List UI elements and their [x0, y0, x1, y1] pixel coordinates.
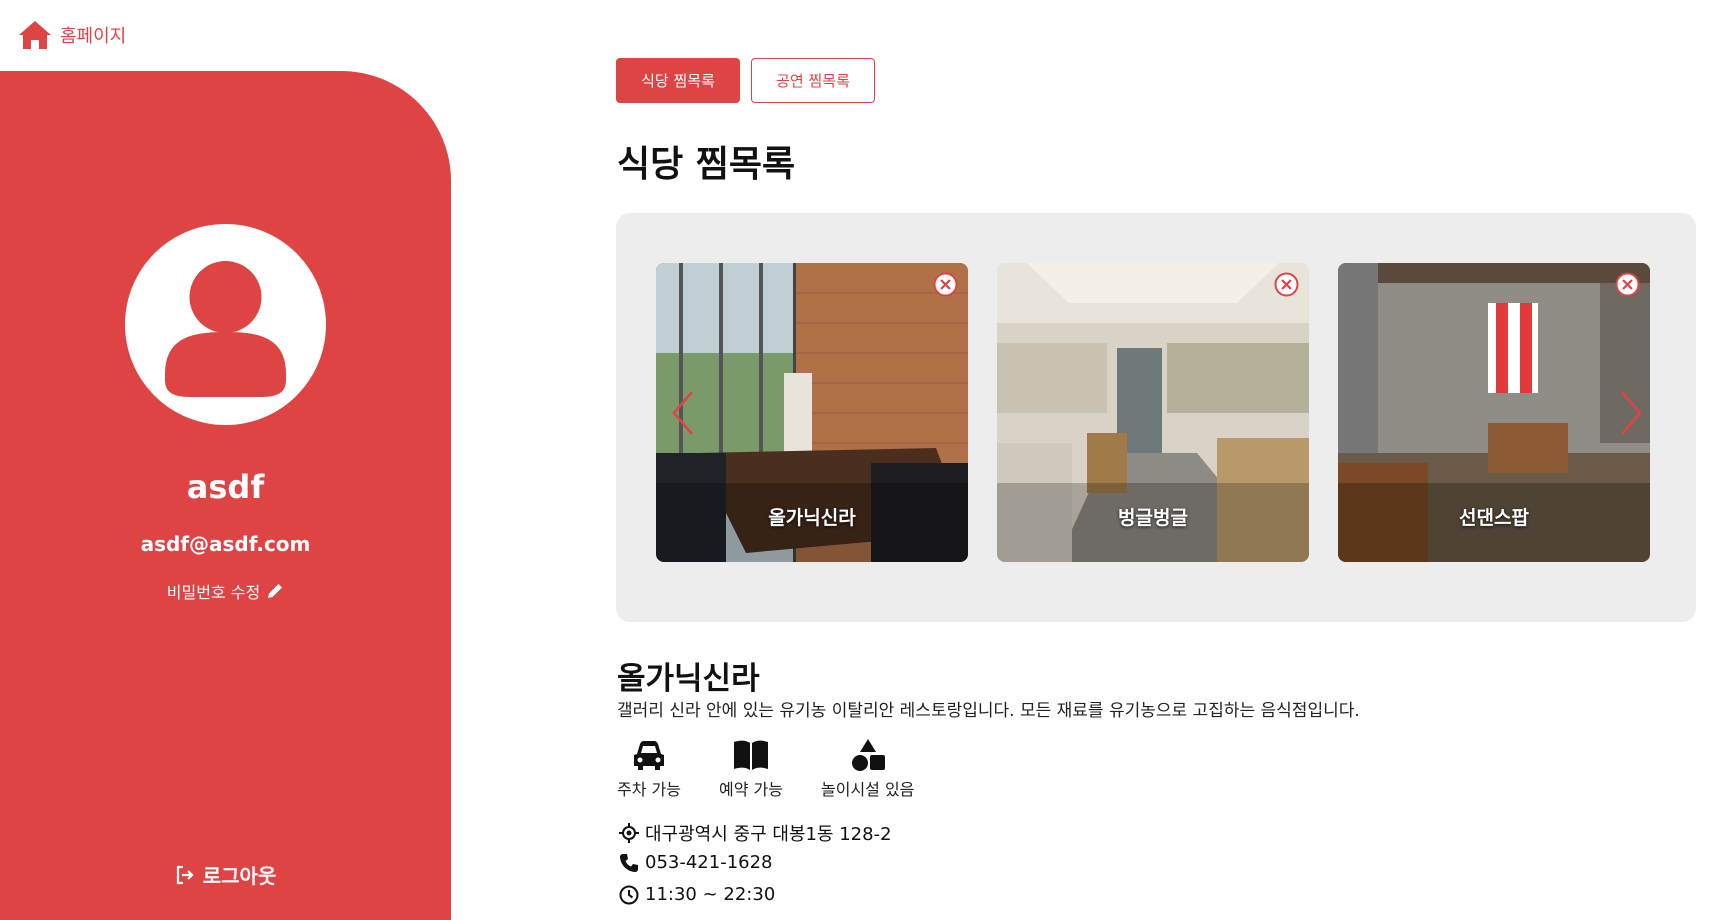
hours-row: 11:30 ~ 22:30 [619, 884, 775, 905]
logout-button[interactable]: 로그아웃 [0, 860, 451, 889]
phone-text: 053-421-1628 [645, 852, 773, 873]
restaurant-name: 올가닉신라 [617, 661, 760, 697]
edit-password-button[interactable]: 비밀번호 수정 [0, 579, 451, 603]
logout-label: 로그아웃 [202, 864, 277, 888]
clock-icon [619, 885, 639, 904]
car-icon [633, 741, 664, 770]
amenity-playground: 놀이시설 있음 [821, 738, 914, 800]
user-avatar-icon [125, 224, 326, 425]
amenity-parking: 주차 가능 [617, 738, 681, 800]
restaurant-description: 갤러리 신라 안에 있는 유기농 이탈리안 레스토랑입니다. 모든 재료를 유기… [617, 701, 1360, 721]
section-title: 식당 찜목록 [617, 144, 796, 185]
amenity-reservation: 예약 가능 [719, 738, 783, 800]
profile-email: asdf@asdf.com [140, 532, 311, 556]
chevron-right-icon [1621, 391, 1642, 435]
profile-sidebar: asdf asdf@asdf.com 비밀번호 수정 로그아웃 [0, 71, 451, 920]
home-label: 홈페이지 [60, 26, 127, 47]
wishlist-card[interactable]: 올가닉신라 [656, 263, 968, 562]
tab-performance-wishlist[interactable]: 공연 찜목록 [751, 58, 875, 103]
tab-restaurant-wishlist[interactable]: 식당 찜목록 [616, 58, 740, 103]
phone-row: 053-421-1628 [619, 852, 773, 873]
address-text: 대구광역시 중구 대봉1동 128-2 [645, 824, 892, 845]
close-circle-icon [1615, 272, 1640, 297]
amenity-label: 놀이시설 있음 [821, 780, 915, 799]
book-icon [733, 740, 768, 770]
card-name: 벙글벙글 [1118, 507, 1188, 529]
address-row: 대구광역시 중구 대봉1동 128-2 [619, 820, 892, 846]
wishlist-tabs: 식당 찜목록 공연 찜목록 [616, 58, 875, 103]
shapes-icon [851, 739, 885, 771]
remove-wishlist-button[interactable] [1615, 272, 1640, 297]
carousel-prev-button[interactable] [668, 388, 698, 438]
logout-icon [176, 865, 194, 884]
wishlist-card[interactable]: 벙글벙글 [997, 263, 1309, 562]
edit-password-label: 비밀번호 수정 [166, 583, 261, 602]
close-circle-icon [1274, 272, 1299, 297]
profile-username: asdf [186, 468, 265, 506]
location-target-icon [619, 823, 639, 843]
home-link[interactable]: 홈페이지 [18, 20, 126, 50]
card-name: 선댄스팝 [1459, 507, 1529, 529]
chevron-left-icon [672, 391, 693, 435]
home-icon [19, 21, 51, 49]
close-circle-icon [933, 272, 958, 297]
remove-wishlist-button[interactable] [933, 272, 958, 297]
amenity-label: 예약 가능 [719, 780, 783, 799]
remove-wishlist-button[interactable] [1274, 272, 1299, 297]
wishlist-carousel: 올가닉신라 벙글벙글 선댄스팝 [616, 213, 1696, 622]
amenity-label: 주차 가능 [617, 780, 681, 799]
phone-icon [620, 853, 638, 872]
hours-text: 11:30 ~ 22:30 [645, 884, 776, 905]
pencil-icon [268, 584, 283, 598]
carousel-next-button[interactable] [1616, 388, 1646, 438]
card-name: 올가닉신라 [768, 507, 856, 529]
wishlist-card[interactable]: 선댄스팝 [1338, 263, 1650, 562]
